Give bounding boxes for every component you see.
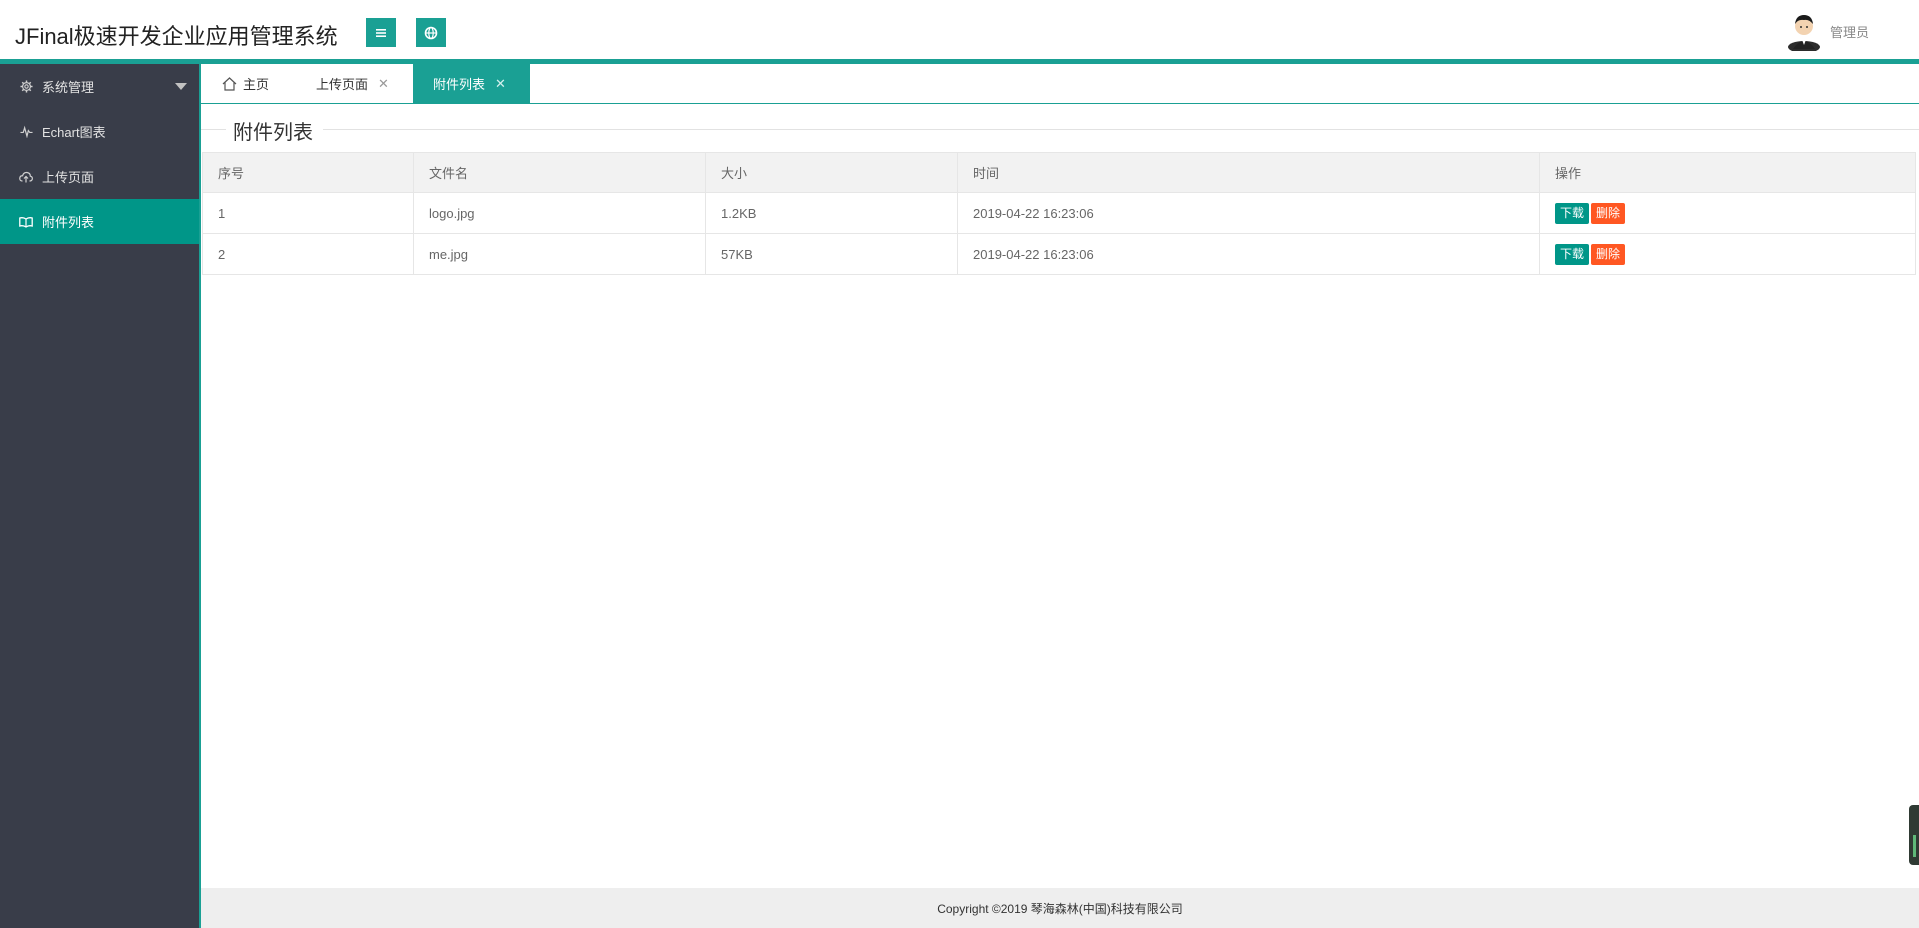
tab-label: 附件列表 [433,77,486,92]
book-icon [19,215,33,229]
download-button[interactable]: 下载 [1555,243,1590,265]
column-header: 操作 [1539,152,1916,193]
cell-size: 1.2KB [705,192,958,234]
sidebar: 系统管理 Echart图表 上传页面 附件列表 [0,64,199,928]
sidebar-item-echart[interactable]: Echart图表 [0,109,199,154]
delete-button[interactable]: 删除 [1591,202,1626,224]
table-row: 2 me.jpg 57KB 2019-04-22 16:23:06 下载 删除 [202,233,1916,275]
cell-size: 57KB [705,233,958,275]
cell-actions: 下载 删除 [1539,233,1916,275]
caret-down-icon [175,83,187,90]
sidebar-item-label: 系统管理 [42,80,95,95]
home-icon [222,76,237,91]
tab-label: 上传页面 [316,77,369,92]
column-header: 时间 [957,152,1540,193]
close-icon[interactable]: ✕ [495,76,506,92]
floating-side-handle[interactable] [1909,805,1919,865]
handle-grip-icon [1913,835,1916,857]
cell-time: 2019-04-22 16:23:06 [957,192,1540,234]
tab-attachments[interactable]: 附件列表 ✕ [413,64,530,103]
tab-upload[interactable]: 上传页面 ✕ [316,64,416,103]
app-title: JFinal极速开发企业应用管理系统 [15,24,338,49]
avatar [1787,15,1820,51]
section-header: 附件列表 [201,116,1919,146]
column-header: 大小 [705,152,958,193]
tab-home[interactable]: 主页 [222,64,292,103]
table-row: 1 logo.jpg 1.2KB 2019-04-22 16:23:06 下载删… [202,192,1916,234]
table-header-row: 序号 文件名 大小 时间 操作 [202,152,1916,193]
tab-bar: 主页 上传页面 ✕ 附件列表 ✕ [201,64,1919,104]
sidebar-border [199,64,201,928]
globe-icon [424,26,438,39]
footer: Copyright ©2019 琴海森林(中国)科技有限公司 [201,888,1919,928]
column-header: 序号 [202,152,414,193]
globe-button[interactable] [416,18,446,47]
download-button[interactable]: 下载 [1555,202,1590,224]
delete-button[interactable]: 删除 [1591,243,1626,265]
cell-no: 2 [202,233,414,275]
sidebar-toggle-button[interactable] [366,18,396,47]
chart-pulse-icon [19,125,33,139]
hamburger-icon [376,28,386,37]
sidebar-item-upload[interactable]: 上传页面 [0,154,199,199]
sidebar-item-system[interactable]: 系统管理 [0,64,199,109]
column-header: 文件名 [413,152,706,193]
close-icon[interactable]: ✕ [378,76,389,92]
cell-actions: 下载 删除 [1539,192,1916,234]
cell-time: 2019-04-22 16:23:06 [957,233,1540,275]
copyright-text: Copyright ©2019 琴海森林(中国)科技有限公司 [937,901,1183,916]
tab-label: 主页 [243,77,270,92]
sidebar-item-label: 上传页面 [42,170,95,185]
user-name: 管理员 [1829,24,1869,40]
cell-filename: me.jpg [413,233,706,275]
sidebar-item-attachments[interactable]: 附件列表 [0,199,199,244]
cloud-upload-icon [19,170,33,184]
page-title: 附件列表 [233,122,313,144]
divider [201,129,226,130]
sidebar-item-label: 附件列表 [42,215,95,230]
cell-filename: logo.jpg [413,192,706,234]
top-header: JFinal极速开发企业应用管理系统 管理员 [0,0,1919,59]
gear-icon [19,80,33,94]
attachments-table: 序号 文件名 大小 时间 操作 1 logo.jpg 1.2KB 2019-04… [202,152,1916,275]
sidebar-item-label: Echart图表 [42,125,106,140]
user-menu[interactable]: 管理员 [1786,11,1869,51]
divider [323,129,1919,130]
cell-no: 1 [202,192,414,234]
